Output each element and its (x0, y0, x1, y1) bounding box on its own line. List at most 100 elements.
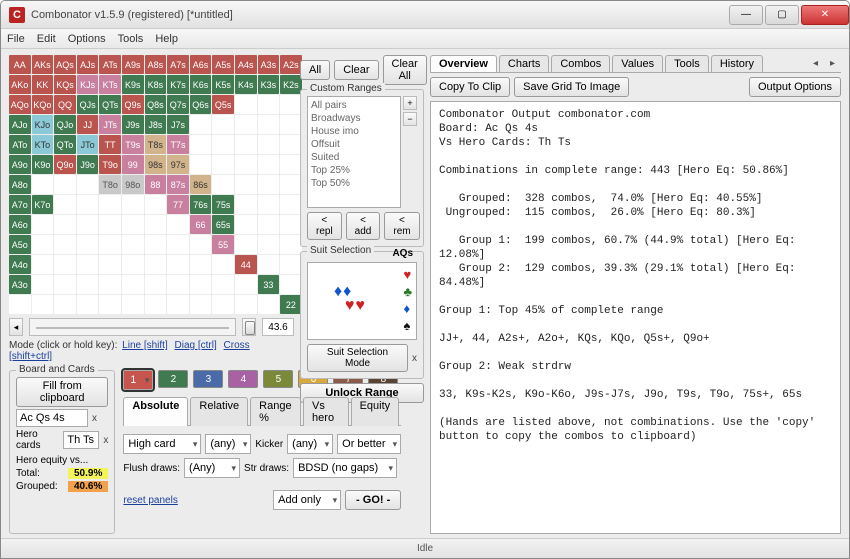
hand-cell-A4s[interactable]: A4s (235, 55, 257, 74)
suit-mode-button[interactable]: Suit Selection Mode (307, 344, 408, 372)
range-item[interactable]: House imo (311, 125, 397, 138)
hand-cell-A5s[interactable]: A5s (212, 55, 234, 74)
hand-cell-76s[interactable]: 76s (190, 195, 212, 214)
hand-cell-AQo[interactable]: AQo (9, 95, 31, 114)
filter-tab-absolute[interactable]: Absolute (123, 397, 188, 426)
hand-cell-AA[interactable]: AA (9, 55, 31, 74)
hand-cell-A7o[interactable]: A7o (9, 195, 31, 214)
copy-clip-button[interactable]: Copy To Clip (430, 77, 510, 97)
suit-selection-area[interactable]: ♥ ♣ ♦ ♠ ♦♦ ♥♥ (307, 262, 417, 340)
hand-cell-66[interactable]: 66 (190, 215, 212, 234)
output-tab-history[interactable]: History (711, 55, 763, 72)
hand-cell-98s[interactable]: 98s (145, 155, 167, 174)
hand-cell-AKo[interactable]: AKo (9, 75, 31, 94)
hand-cell-22[interactable]: 22 (280, 295, 302, 314)
hand-cell-A3o[interactable]: A3o (9, 275, 31, 294)
hand-cell-QJo[interactable]: QJo (54, 115, 76, 134)
menu-edit[interactable]: Edit (37, 33, 56, 45)
menu-help[interactable]: Help (155, 33, 178, 45)
hand-cell-Q9o[interactable]: Q9o (54, 155, 76, 174)
hand-cell-AKs[interactable]: AKs (32, 55, 54, 74)
hand-cell-K7s[interactable]: K7s (167, 75, 189, 94)
add-button[interactable]: < add (346, 212, 381, 240)
output-tab-values[interactable]: Values (612, 55, 663, 72)
hero-cards-input[interactable] (63, 431, 99, 449)
hand-cell-QJs[interactable]: QJs (77, 95, 99, 114)
hand-cell-K8s[interactable]: K8s (145, 75, 167, 94)
tab-nav-prev[interactable]: ◂ (807, 58, 824, 69)
hand-cell-K9s[interactable]: K9s (122, 75, 144, 94)
hand-cell-K2s[interactable]: K2s (280, 75, 302, 94)
flush-select[interactable]: (Any) (184, 458, 240, 478)
hand-cell-K7o[interactable]: K7o (32, 195, 54, 214)
output-tab-charts[interactable]: Charts (499, 55, 549, 72)
range-down-button[interactable]: − (403, 112, 417, 126)
range-item[interactable]: Offsuit (311, 138, 397, 151)
group-color-5[interactable]: 5 (263, 370, 293, 388)
board-clear-button[interactable]: x (92, 413, 97, 424)
hand-cell-J9o[interactable]: J9o (77, 155, 99, 174)
hand-cell-T7s[interactable]: T7s (167, 135, 189, 154)
hand-cell-Q9s[interactable]: Q9s (122, 95, 144, 114)
close-button[interactable]: ✕ (801, 5, 849, 25)
save-grid-button[interactable]: Save Grid To Image (514, 77, 629, 97)
fill-clipboard-button[interactable]: Fill from clipboard (16, 377, 108, 407)
hand-cell-QTo[interactable]: QTo (54, 135, 76, 154)
clearall-button[interactable]: Clear All (383, 55, 427, 85)
hand-cell-KTo[interactable]: KTo (32, 135, 54, 154)
hand-cell-99[interactable]: 99 (122, 155, 144, 174)
range-item[interactable]: Top 25% (311, 164, 397, 177)
hand-cell-J8s[interactable]: J8s (145, 115, 167, 134)
hand-cell-Q8s[interactable]: Q8s (145, 95, 167, 114)
repl-button[interactable]: < repl (307, 212, 342, 240)
hand-cell-A6s[interactable]: A6s (190, 55, 212, 74)
hand-cell-KQs[interactable]: KQs (54, 75, 76, 94)
hand-cell-A3s[interactable]: A3s (258, 55, 280, 74)
hand-cell-A9s[interactable]: A9s (122, 55, 144, 74)
hand-cell-KQo[interactable]: KQo (32, 95, 54, 114)
menu-file[interactable]: File (7, 33, 25, 45)
hand-cell-A8o[interactable]: A8o (9, 175, 31, 194)
hand-cell-T8s[interactable]: T8s (145, 135, 167, 154)
hand-cell-K9o[interactable]: K9o (32, 155, 54, 174)
add-mode-select[interactable]: Add only (273, 490, 341, 510)
group-color-4[interactable]: 4 (228, 370, 258, 388)
hand-cell-97s[interactable]: 97s (167, 155, 189, 174)
hand-cell-88[interactable]: 88 (145, 175, 167, 194)
hand-cell-A2s[interactable]: A2s (280, 55, 302, 74)
hand-grid[interactable]: AAAKsAQsAJsATsA9sA8sA7sA6sA5sA4sA3sA2sAK… (9, 55, 294, 314)
mode-diag-link[interactable]: Diag [ctrl] (175, 340, 217, 351)
hand-cell-KJo[interactable]: KJo (32, 115, 54, 134)
menu-options[interactable]: Options (68, 33, 106, 45)
group-color-3[interactable]: 3 (193, 370, 223, 388)
hand-cell-J9s[interactable]: J9s (122, 115, 144, 134)
filter-tabs[interactable]: AbsoluteRelativeRange %Vs heroEquity (123, 396, 401, 426)
hand-cell-ATo[interactable]: ATo (9, 135, 31, 154)
hand-cell-JJ[interactable]: JJ (77, 115, 99, 134)
tab-nav-next[interactable]: ▸ (824, 58, 841, 69)
filter-tab-relative[interactable]: Relative (190, 397, 248, 426)
board-input[interactable] (16, 409, 88, 427)
menu-tools[interactable]: Tools (118, 33, 144, 45)
hand-cell-65s[interactable]: 65s (212, 215, 234, 234)
hand-cell-A6o[interactable]: A6o (9, 215, 31, 234)
filter-tab-equity[interactable]: Equity (351, 397, 400, 426)
hand-cell-86s[interactable]: 86s (190, 175, 212, 194)
orbetter-select[interactable]: Or better (337, 434, 401, 454)
hand-cell-K4s[interactable]: K4s (235, 75, 257, 94)
hand-cell-T9s[interactable]: T9s (122, 135, 144, 154)
kicker-select[interactable]: (any) (287, 434, 333, 454)
slider-dec-button[interactable]: ◂ (9, 318, 23, 336)
hand-cell-AJs[interactable]: AJs (77, 55, 99, 74)
made-hand-qual-select[interactable]: (any) (205, 434, 251, 454)
hand-cell-A7s[interactable]: A7s (167, 55, 189, 74)
hand-cell-87s[interactable]: 87s (167, 175, 189, 194)
custom-ranges-list[interactable]: All pairsBroadwaysHouse imoOffsuitSuited… (307, 96, 401, 208)
maximize-button[interactable]: ▢ (765, 5, 799, 25)
all-button[interactable]: All (300, 60, 330, 80)
hand-cell-K3s[interactable]: K3s (258, 75, 280, 94)
range-item[interactable]: Broadways (311, 112, 397, 125)
range-item[interactable]: All pairs (311, 99, 397, 112)
filter-tab-vs-hero[interactable]: Vs hero (303, 397, 349, 426)
hand-cell-KTs[interactable]: KTs (99, 75, 121, 94)
